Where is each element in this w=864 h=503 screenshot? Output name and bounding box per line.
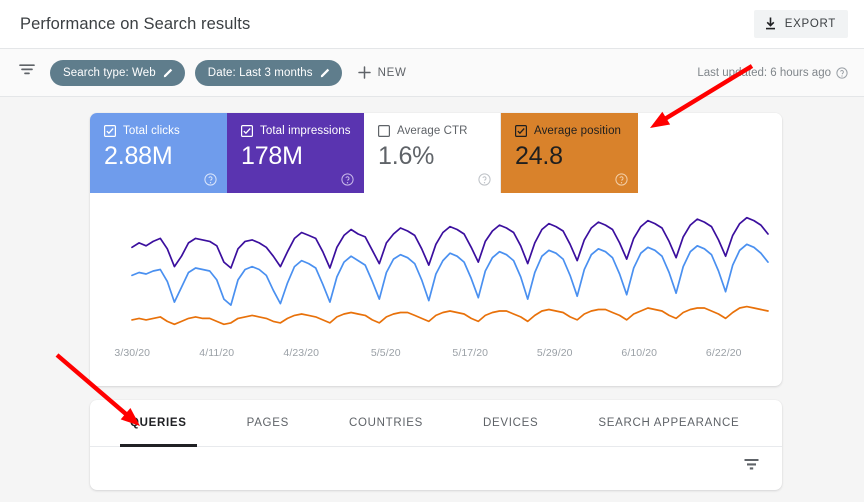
metric-card-value: 2.88M bbox=[104, 142, 173, 170]
help-circle-icon[interactable] bbox=[204, 173, 217, 186]
metric-card-label: Average position bbox=[534, 125, 622, 137]
chart-x-tick: 4/23/20 bbox=[283, 347, 320, 359]
metric-card-label: Total clicks bbox=[123, 125, 180, 137]
filter-chip-search-type[interactable]: Search type: Web bbox=[50, 59, 185, 86]
filter-chip-date[interactable]: Date: Last 3 months bbox=[194, 59, 342, 86]
filter-chip-search-type-label: Search type: Web bbox=[63, 66, 156, 79]
chart-x-axis: 3/30/20 4/11/20 4/23/20 5/5/20 5/17/20 5/29/2… bbox=[90, 347, 782, 359]
tab-countries[interactable]: COUNTRIES bbox=[339, 400, 433, 447]
chart-line-total-clicks bbox=[132, 244, 768, 305]
help-circle-icon[interactable] bbox=[341, 173, 354, 186]
tab-search-appearance[interactable]: SEARCH APPEARANCE bbox=[588, 400, 749, 447]
performance-chart-svg bbox=[90, 199, 782, 343]
metric-card-value: 24.8 bbox=[515, 142, 563, 170]
metric-card-head: Average position bbox=[515, 125, 637, 137]
metric-card-label: Average CTR bbox=[397, 125, 468, 137]
dimension-tabs: QUERIES PAGES COUNTRIES DEVICES SEARCH APPEA… bbox=[90, 400, 782, 447]
table-toolbar bbox=[90, 447, 782, 477]
plus-icon bbox=[357, 66, 371, 79]
metric-card-average-ctr[interactable]: Average CTR 1.6% bbox=[364, 113, 501, 193]
metric-cards-filler bbox=[638, 113, 782, 193]
chart-line-total-impressions bbox=[132, 218, 768, 268]
last-updated-label: Last updated: 6 hours ago bbox=[697, 66, 831, 79]
metric-card-total-clicks[interactable]: Total clicks 2.88M bbox=[90, 113, 227, 193]
filter-bar: Search type: Web Date: Last 3 months NEW… bbox=[0, 48, 864, 97]
tab-queries[interactable]: QUERIES bbox=[120, 400, 197, 447]
pencil-icon[interactable] bbox=[320, 67, 331, 78]
download-icon bbox=[764, 17, 777, 31]
funnel-icon[interactable] bbox=[743, 457, 760, 477]
checkbox-checked-icon[interactable] bbox=[241, 125, 253, 137]
help-circle-icon[interactable] bbox=[836, 66, 848, 79]
chart-x-tick: 5/5/20 bbox=[370, 347, 401, 359]
chart-x-tick: 6/22/20 bbox=[705, 347, 742, 359]
chart-x-tick: 4/11/20 bbox=[199, 347, 235, 359]
metric-card-value: 178M bbox=[241, 142, 303, 170]
app-header: Performance on Search results EXPORT bbox=[0, 0, 864, 48]
chart-x-tick: 6/10/20 bbox=[621, 347, 658, 359]
metric-card-head: Average CTR bbox=[378, 125, 500, 137]
export-button-label: EXPORT bbox=[784, 18, 836, 30]
metric-card-value: 1.6% bbox=[378, 142, 435, 170]
performance-chart: 3/30/20 4/11/20 4/23/20 5/5/20 5/17/20 5/29/2… bbox=[90, 193, 782, 386]
page-title: Performance on Search results bbox=[20, 14, 251, 33]
new-filter-button[interactable]: NEW bbox=[357, 66, 407, 79]
chart-line-average-position bbox=[132, 307, 768, 325]
export-button[interactable]: EXPORT bbox=[753, 10, 848, 38]
pencil-icon[interactable] bbox=[163, 67, 174, 78]
checkbox-checked-icon[interactable] bbox=[104, 125, 116, 137]
chart-x-tick: 3/30/20 bbox=[114, 347, 151, 359]
help-circle-icon[interactable] bbox=[478, 173, 491, 186]
chart-x-tick: 5/17/20 bbox=[452, 347, 489, 359]
metric-card-head: Total clicks bbox=[104, 125, 226, 137]
last-updated: Last updated: 6 hours ago bbox=[697, 67, 848, 79]
dimension-table-panel: QUERIES PAGES COUNTRIES DEVICES SEARCH APPEA… bbox=[90, 400, 782, 490]
performance-panel: Total clicks 2.88M Total impressions 178… bbox=[90, 113, 782, 386]
funnel-icon[interactable] bbox=[18, 61, 40, 84]
chart-x-tick: 5/29/20 bbox=[536, 347, 573, 359]
checkbox-unchecked-icon[interactable] bbox=[378, 125, 390, 137]
metric-card-head: Total impressions bbox=[241, 125, 363, 137]
metric-cards: Total clicks 2.88M Total impressions 178… bbox=[90, 113, 782, 193]
tab-pages[interactable]: PAGES bbox=[237, 400, 299, 447]
new-filter-label: NEW bbox=[377, 66, 407, 79]
filter-chip-date-label: Date: Last 3 months bbox=[207, 66, 313, 79]
metric-card-average-position[interactable]: Average position 24.8 bbox=[501, 113, 638, 193]
help-circle-icon[interactable] bbox=[615, 173, 628, 186]
checkbox-checked-icon[interactable] bbox=[515, 125, 527, 137]
metric-card-total-impressions[interactable]: Total impressions 178M bbox=[227, 113, 364, 193]
tab-devices[interactable]: DEVICES bbox=[473, 400, 548, 447]
metric-card-label: Total impressions bbox=[260, 125, 351, 137]
main-content: Total clicks 2.88M Total impressions 178… bbox=[0, 97, 864, 502]
